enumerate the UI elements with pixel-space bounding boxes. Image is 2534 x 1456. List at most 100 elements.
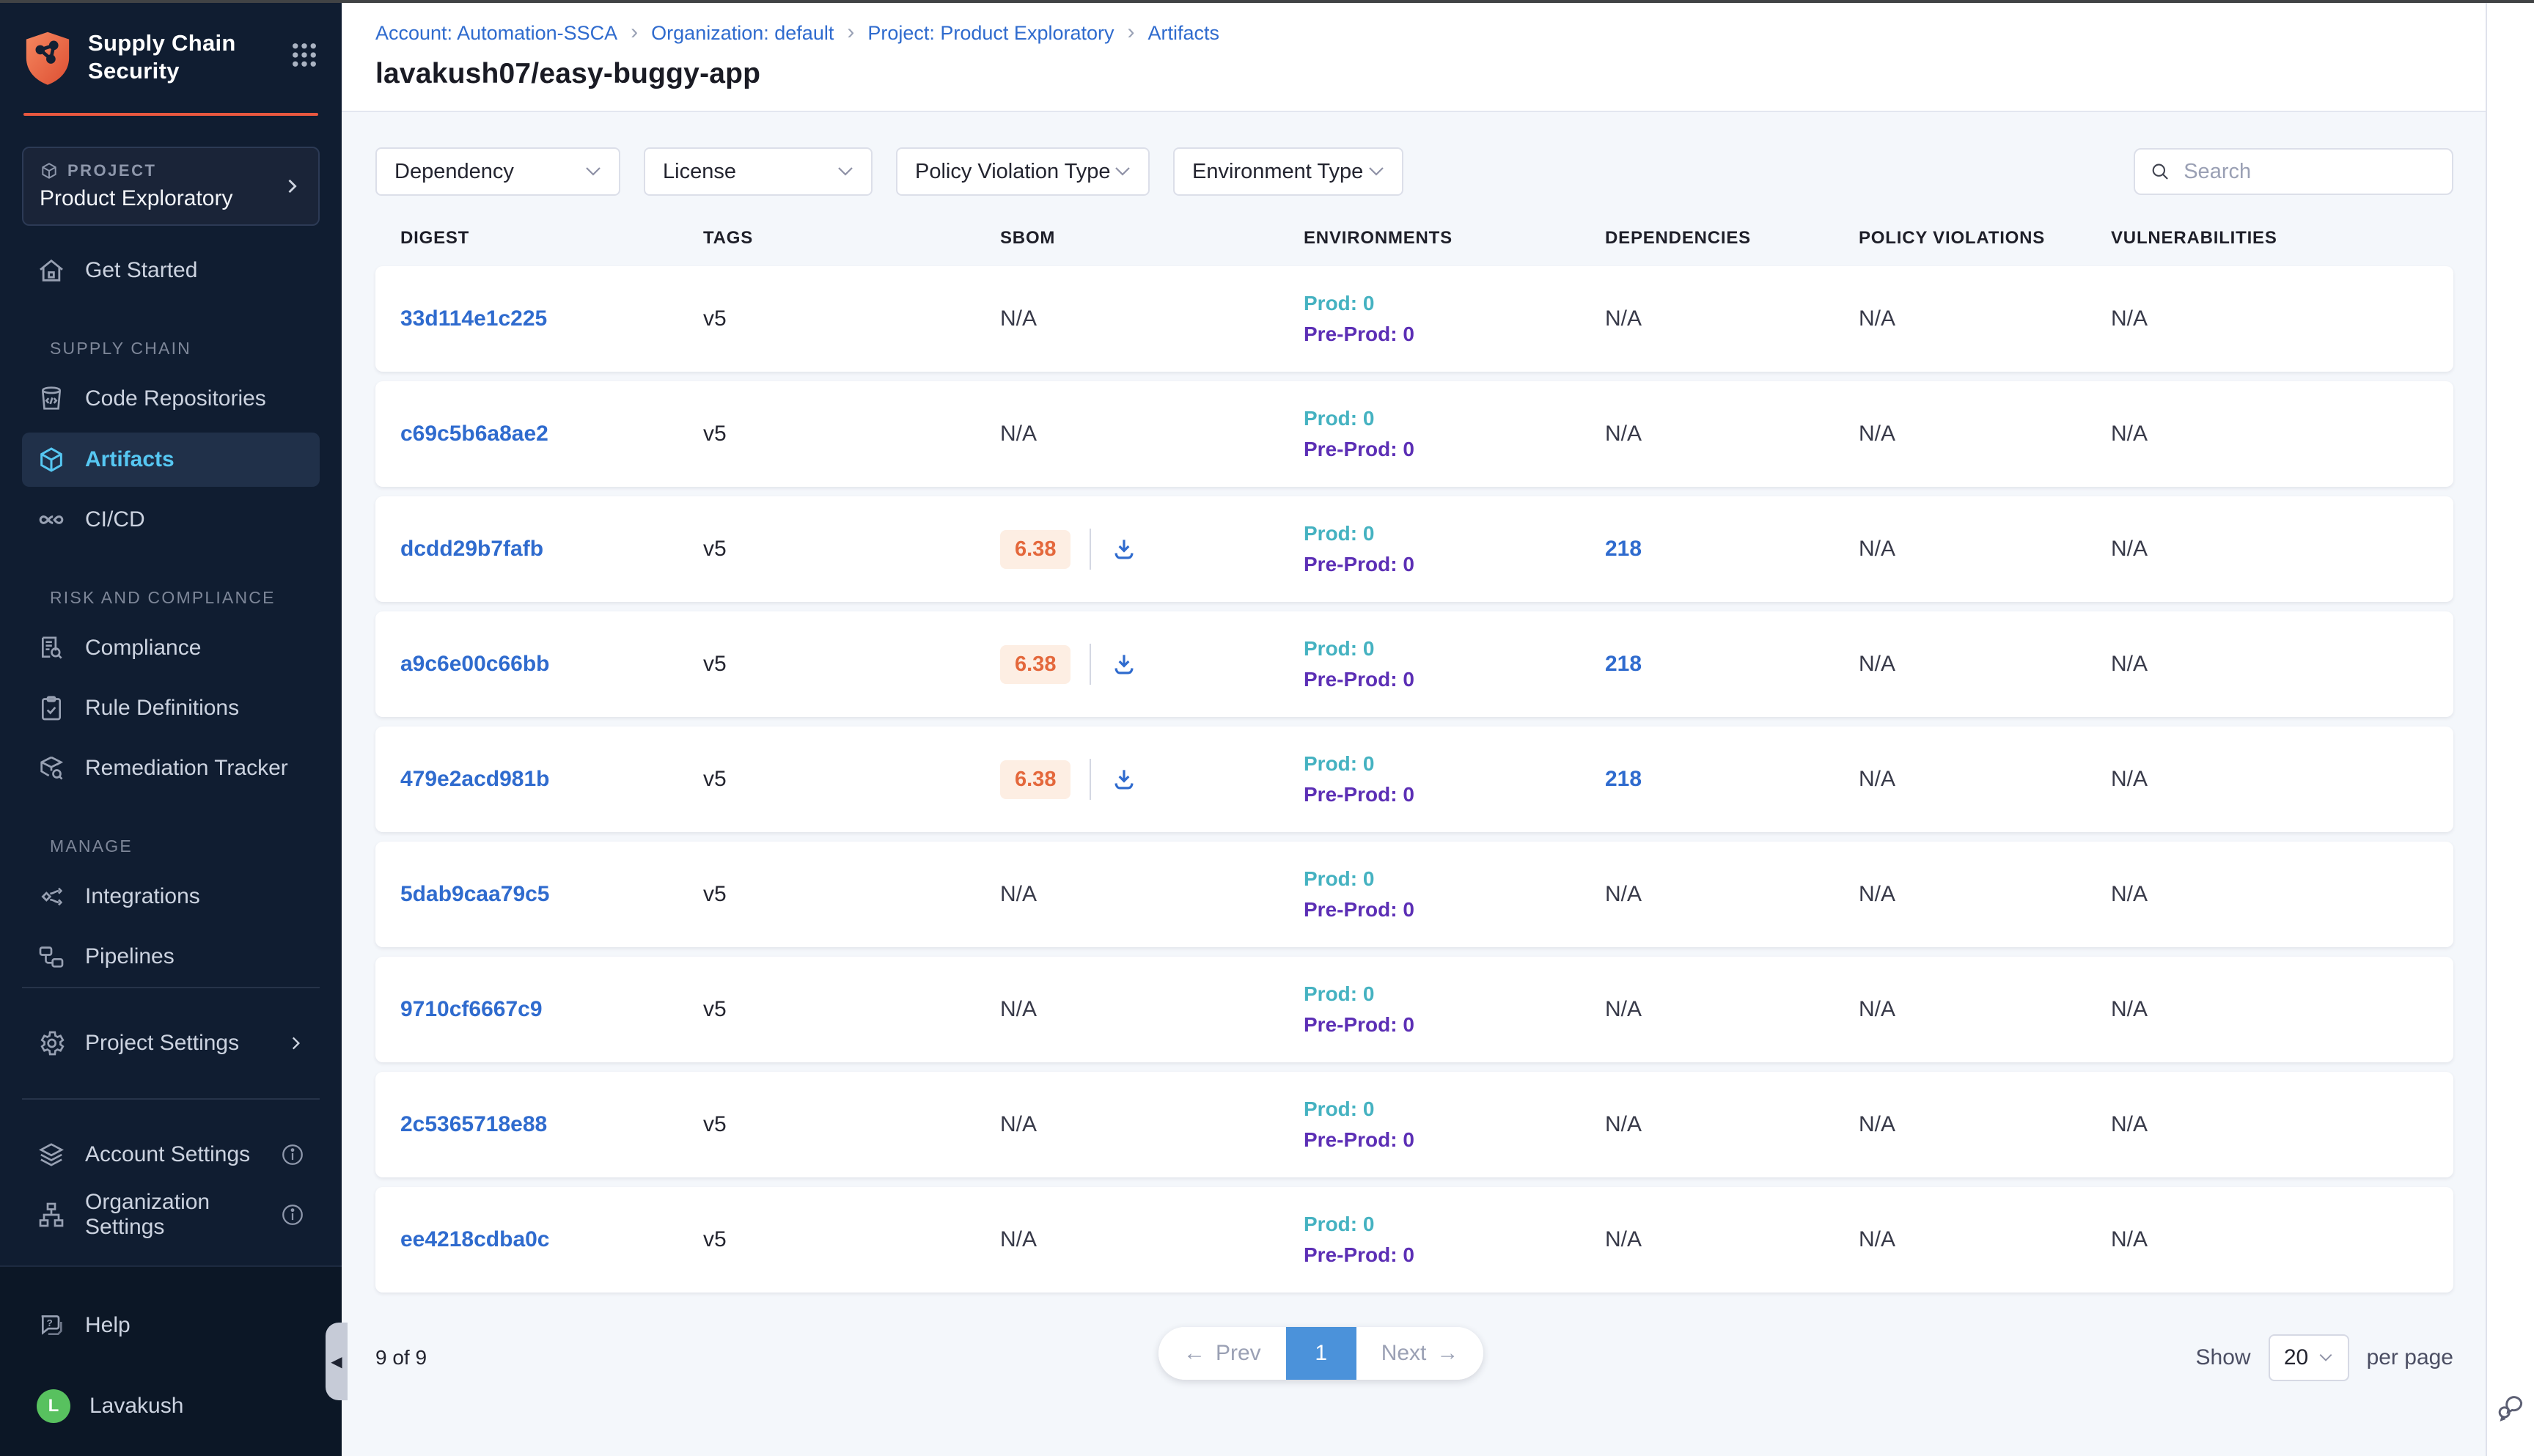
sidebar-item-account-settings[interactable]: Account Settings xyxy=(22,1128,320,1182)
next-page-button[interactable]: Next → xyxy=(1356,1327,1484,1380)
env-preprod-value: Pre-Prod: 0 xyxy=(1304,438,1605,461)
sbom-cell-wrap: 6.38 xyxy=(1000,644,1304,685)
env-prod-value: Prod: 0 xyxy=(1304,867,1605,891)
vulnerabilities-value: N/A xyxy=(2111,1112,2453,1137)
vulnerabilities-value: N/A xyxy=(2111,652,2453,677)
arrow-right-icon: → xyxy=(1436,1341,1458,1366)
sidebar-collapse-handle[interactable]: ◀ xyxy=(326,1323,348,1400)
info-icon[interactable] xyxy=(280,1142,305,1167)
sidebar: Supply ChainSecurity PROJECT Product Exp… xyxy=(0,3,342,1456)
filter-license[interactable]: License xyxy=(644,147,873,196)
digest-link[interactable]: 9710cf6667c9 xyxy=(400,997,703,1022)
sidebar-item-remediation-tracker[interactable]: Remediation Tracker xyxy=(22,741,320,795)
sidebar-item-label: Get Started xyxy=(85,258,197,283)
chevron-down-icon xyxy=(585,166,601,177)
table-header-row: DIGEST TAGS SBOM ENVIRONMENTS DEPENDENCI… xyxy=(375,228,2453,266)
sidebar-item-label: Remediation Tracker xyxy=(85,756,288,781)
sidebar-item-get-started[interactable]: Get Started xyxy=(22,243,320,298)
digest-link[interactable]: 2c5365718e88 xyxy=(400,1112,703,1137)
sbom-na: N/A xyxy=(1000,882,1037,906)
filter-environment-type[interactable]: Environment Type xyxy=(1173,147,1403,196)
breadcrumb-project[interactable]: Project: Product Exploratory xyxy=(867,22,1114,45)
table-row: 479e2acd981b v5 6.38 Prod: 0 Pre-Prod: 0… xyxy=(375,727,2453,832)
digest-link[interactable]: 33d114e1c225 xyxy=(400,306,703,331)
digest-link[interactable]: dcdd29b7fafb xyxy=(400,537,703,562)
sidebar-item-project-settings[interactable]: Project Settings xyxy=(22,1016,320,1070)
sidebar-item-compliance[interactable]: Compliance xyxy=(22,621,320,675)
dependencies-value[interactable]: 218 xyxy=(1605,537,1859,562)
sidebar-item-label: Organization Settings xyxy=(85,1190,261,1240)
app-title: Supply ChainSecurity xyxy=(88,29,236,85)
box-wrench-icon xyxy=(37,754,66,783)
gear-icon xyxy=(37,1029,66,1058)
table-body: 33d114e1c225 v5 N/A Prod: 0 Pre-Prod: 0 … xyxy=(375,266,2453,1293)
env-prod-value: Prod: 0 xyxy=(1304,292,1605,315)
page-number-1[interactable]: 1 xyxy=(1286,1327,1356,1380)
breadcrumb-artifacts[interactable]: Artifacts xyxy=(1148,22,1220,45)
digest-link[interactable]: c69c5b6a8ae2 xyxy=(400,422,703,446)
arrow-left-icon: ← xyxy=(1183,1341,1205,1366)
column-header-sbom: SBOM xyxy=(1000,228,1304,249)
sidebar-item-code-repositories[interactable]: Code Repositories xyxy=(22,372,320,426)
page-size-select[interactable]: 20 xyxy=(2269,1334,2349,1381)
prev-label: Prev xyxy=(1216,1341,1261,1366)
page-size-value: 20 xyxy=(2284,1345,2308,1370)
digest-link[interactable]: 5dab9caa79c5 xyxy=(400,882,703,907)
env-preprod-value: Pre-Prod: 0 xyxy=(1304,553,1605,576)
sidebar-item-cicd[interactable]: CI/CD xyxy=(22,493,320,547)
chat-support-icon[interactable] xyxy=(2494,1391,2527,1424)
sidebar-item-artifacts[interactable]: Artifacts xyxy=(22,433,320,487)
breadcrumb-organization[interactable]: Organization: default xyxy=(651,22,834,45)
vulnerabilities-value: N/A xyxy=(2111,306,2453,331)
sidebar-item-organization-settings[interactable]: Organization Settings xyxy=(22,1188,320,1242)
module-grid-icon[interactable] xyxy=(289,40,320,70)
tag-value: v5 xyxy=(703,537,1000,562)
chevron-down-icon xyxy=(1114,166,1131,177)
filter-policy-violation-type[interactable]: Policy Violation Type xyxy=(896,147,1150,196)
breadcrumb-account[interactable]: Account: Automation-SSCA xyxy=(375,22,617,45)
vulnerabilities-value: N/A xyxy=(2111,422,2453,446)
sidebar-item-label: Project Settings xyxy=(85,1031,239,1056)
sbom-divider xyxy=(1090,644,1091,685)
breadcrumb-separator: › xyxy=(847,21,854,43)
digest-link[interactable]: 479e2acd981b xyxy=(400,767,703,792)
env-prod-value: Prod: 0 xyxy=(1304,637,1605,661)
sbom-cell-wrap: 6.38 xyxy=(1000,759,1304,800)
sbom-score-badge: 6.38 xyxy=(1000,760,1070,799)
vulnerabilities-value: N/A xyxy=(2111,882,2453,907)
sbom-score-cell: 6.38 xyxy=(1000,529,1304,570)
sidebar-item-help[interactable]: ? Help xyxy=(22,1295,320,1356)
prev-page-button[interactable]: ← Prev xyxy=(1158,1327,1286,1380)
right-edge-strip xyxy=(2486,3,2534,1456)
dependencies-value[interactable]: 218 xyxy=(1605,652,1859,677)
env-prod-value: Prod: 0 xyxy=(1304,522,1605,545)
sidebar-item-rule-definitions[interactable]: Rule Definitions xyxy=(22,681,320,735)
download-sbom-button[interactable] xyxy=(1110,535,1138,563)
tag-value: v5 xyxy=(703,1112,1000,1137)
environments-cell: Prod: 0 Pre-Prod: 0 xyxy=(1304,1097,1605,1152)
repository-icon xyxy=(37,384,66,413)
project-selector[interactable]: PROJECT Product Exploratory xyxy=(22,147,320,226)
download-sbom-button[interactable] xyxy=(1110,765,1138,793)
sidebar-item-label: Integrations xyxy=(85,884,200,909)
filter-dependency[interactable]: Dependency xyxy=(375,147,620,196)
download-sbom-button[interactable] xyxy=(1110,650,1138,678)
sidebar-item-pipelines[interactable]: Pipelines xyxy=(22,930,320,984)
page-size-group: Show 20 per page xyxy=(2196,1334,2453,1381)
search-input[interactable] xyxy=(2184,160,2437,184)
layers-icon xyxy=(37,1140,66,1169)
info-icon[interactable] xyxy=(280,1202,305,1227)
environments-cell: Prod: 0 Pre-Prod: 0 xyxy=(1304,522,1605,576)
sbom-divider xyxy=(1090,529,1091,570)
digest-link[interactable]: ee4218cdba0c xyxy=(400,1227,703,1252)
download-icon xyxy=(1110,650,1138,678)
user-menu[interactable]: L Lavakush xyxy=(22,1375,320,1437)
sidebar-item-integrations[interactable]: Integrations xyxy=(22,869,320,924)
policy-violations-value: N/A xyxy=(1859,537,2111,562)
policy-violations-value: N/A xyxy=(1859,652,2111,677)
digest-link[interactable]: a9c6e00c66bb xyxy=(400,652,703,677)
dependencies-value[interactable]: 218 xyxy=(1605,767,1859,792)
help-chat-icon: ? xyxy=(37,1311,66,1340)
sbom-score-badge: 6.38 xyxy=(1000,530,1070,569)
sbom-cell-wrap: N/A xyxy=(1000,1112,1304,1137)
